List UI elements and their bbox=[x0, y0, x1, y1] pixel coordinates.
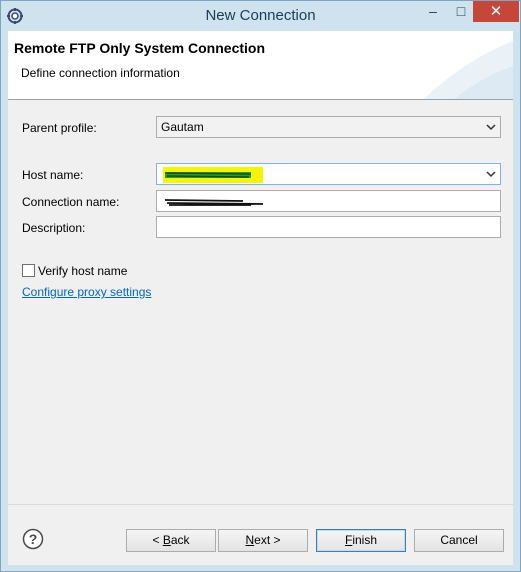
next-mnemonic: N bbox=[245, 533, 255, 547]
connection-name-label: Connection name: bbox=[22, 195, 120, 209]
configure-proxy-link[interactable]: Configure proxy settings bbox=[22, 285, 151, 299]
button-bar-separator bbox=[8, 504, 513, 505]
back-button[interactable]: < Back bbox=[126, 529, 216, 552]
maximize-button[interactable]: □ bbox=[447, 1, 475, 22]
redacted-connection-scribble bbox=[164, 199, 264, 206]
description-label: Description: bbox=[22, 221, 86, 235]
svg-text:?: ? bbox=[29, 531, 38, 547]
minimize-button[interactable]: – bbox=[419, 1, 447, 22]
next-label-rest: ext > bbox=[254, 533, 281, 547]
host-name-label: Host name: bbox=[22, 168, 84, 182]
wizard-title: Remote FTP Only System Connection bbox=[14, 40, 266, 56]
verify-host-label[interactable]: Verify host name bbox=[38, 264, 127, 278]
wizard-description: Define connection information bbox=[21, 66, 180, 80]
dialog-client-area: Remote FTP Only System Connection Define… bbox=[8, 31, 513, 565]
parent-profile-label: Parent profile: bbox=[22, 121, 97, 135]
help-icon[interactable]: ? bbox=[22, 528, 44, 550]
finish-label-rest: inish bbox=[352, 533, 378, 547]
title-bar[interactable]: New Connection – □ ✕ bbox=[1, 1, 520, 31]
new-connection-dialog: New Connection – □ ✕ Remote FTP Only Sys… bbox=[0, 0, 521, 572]
back-label-rest: ack bbox=[170, 533, 190, 547]
chevron-down-icon[interactable] bbox=[486, 122, 496, 132]
banner-decoration-graphic bbox=[424, 41, 513, 99]
parent-profile-value: Gautam bbox=[161, 120, 204, 134]
chevron-down-icon[interactable] bbox=[486, 169, 496, 179]
back-mnemonic: B bbox=[162, 533, 171, 547]
redacted-host-scribble bbox=[163, 167, 263, 183]
host-name-combo[interactable] bbox=[156, 163, 501, 185]
description-input[interactable] bbox=[156, 216, 501, 238]
verify-host-checkbox[interactable] bbox=[22, 264, 35, 277]
close-button[interactable]: ✕ bbox=[473, 1, 519, 22]
cancel-button[interactable]: Cancel bbox=[414, 529, 504, 552]
connection-name-input[interactable] bbox=[156, 190, 501, 212]
parent-profile-combo[interactable]: Gautam bbox=[156, 116, 501, 138]
back-prefix: < bbox=[152, 533, 163, 547]
finish-button[interactable]: Finish bbox=[316, 529, 406, 552]
wizard-banner: Remote FTP Only System Connection Define… bbox=[8, 31, 513, 100]
next-button[interactable]: Next > bbox=[218, 529, 308, 552]
